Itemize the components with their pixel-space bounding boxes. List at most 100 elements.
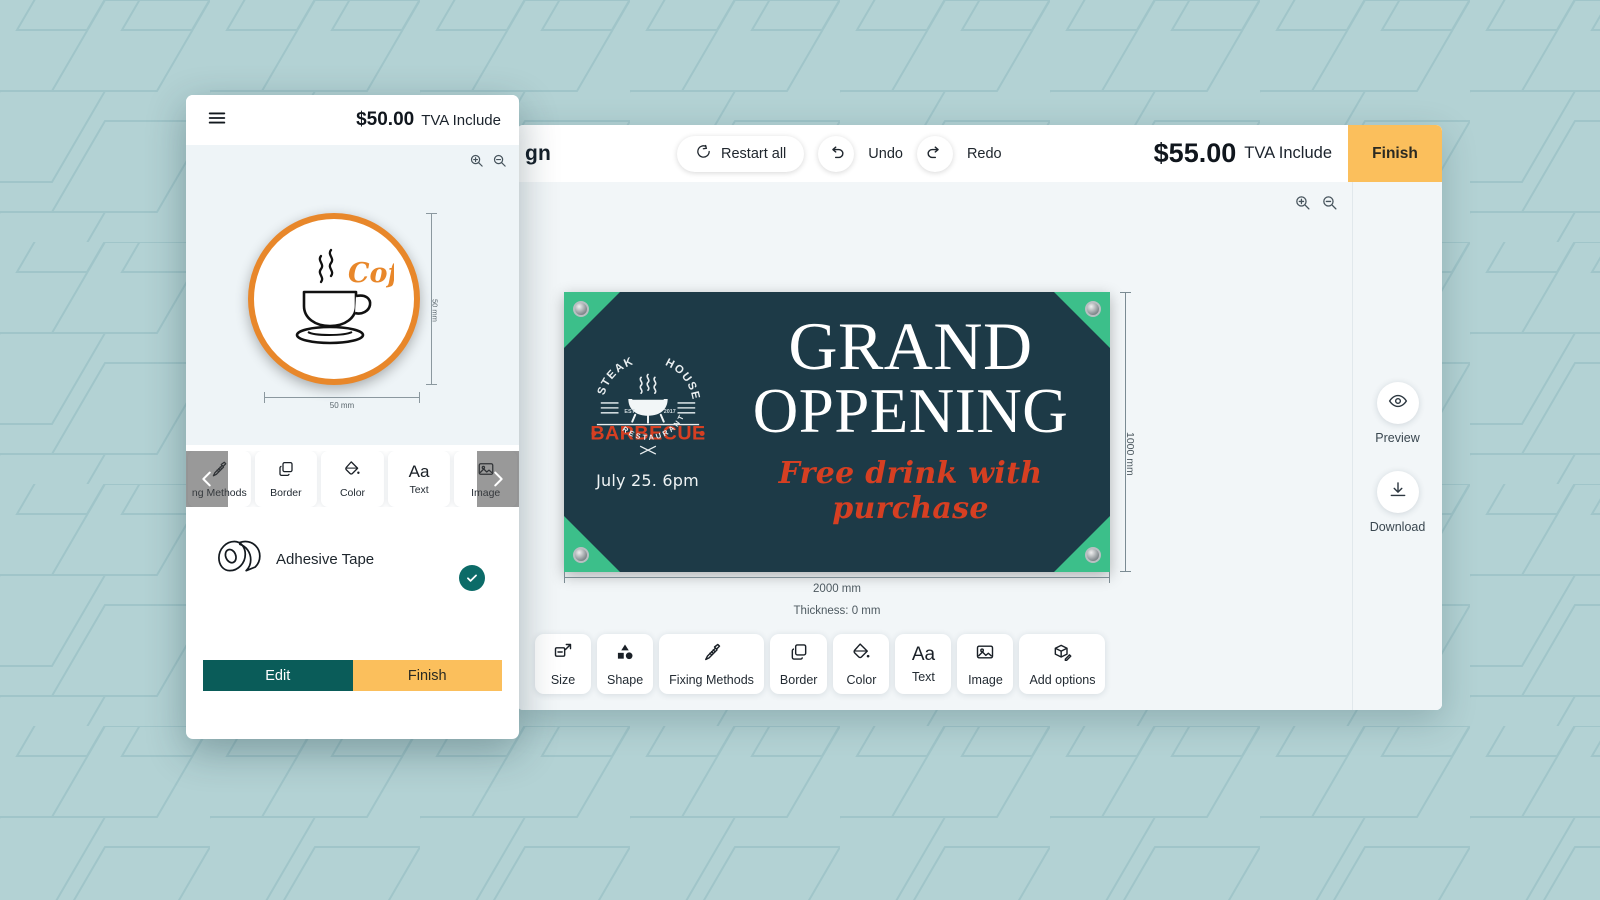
sticker-surface: Coff — [248, 213, 420, 385]
actions-rail: Preview Download — [1352, 182, 1442, 710]
width-dimension-guide: 2000 mm — [564, 572, 1110, 603]
svg-text:EST: EST — [624, 409, 635, 415]
design-canvas[interactable]: STEAK HOUSE EST 2017 BARBECUE RESTAURANT… — [517, 182, 1352, 710]
paint-bucket-icon — [851, 642, 871, 667]
mobile-width-dimension-label: 50 mm — [329, 401, 355, 410]
mobile-height-dimension-guide: 50 mm — [424, 213, 444, 385]
mobile-tool-color[interactable]: Color — [321, 451, 384, 507]
svg-text:STEAK: STEAK — [595, 355, 635, 396]
tool-add-options[interactable]: Add options — [1019, 634, 1106, 694]
hamburger-menu-icon[interactable] — [206, 107, 228, 134]
headline-line-1: GRAND — [788, 308, 1033, 384]
sticker-text: Coff — [348, 258, 394, 289]
restart-all-button[interactable]: Restart all — [677, 135, 805, 172]
mobile-tool-text[interactable]: Aa Text — [387, 451, 451, 507]
mobile-finish-button[interactable]: Finish — [352, 660, 502, 691]
tool-fixing-methods-label: Fixing Methods — [669, 672, 754, 687]
history-toolbar: Restart all Undo Redo — [677, 125, 1002, 182]
paint-bucket-icon — [343, 460, 361, 483]
redo-label: Redo — [966, 145, 1002, 162]
height-dimension-label: 1000 mm — [1124, 432, 1136, 476]
tool-fixing-methods[interactable]: Fixing Methods — [659, 634, 764, 694]
tool-color-label: Color — [846, 672, 877, 687]
layers-icon — [789, 642, 809, 667]
mobile-design-canvas[interactable]: Coff 50 mm 50 mm — [186, 145, 519, 445]
tool-shape[interactable]: Shape — [597, 634, 654, 694]
price-and-finish: $55.00 TVA Include Finish — [1154, 125, 1442, 182]
check-circle-icon[interactable] — [459, 565, 485, 591]
tool-text[interactable]: Aa Text — [895, 634, 952, 694]
tool-image-label: Image — [968, 672, 1003, 687]
tool-image[interactable]: Image — [957, 634, 1014, 694]
coffee-cup-icon: Coff — [295, 248, 394, 345]
zoom-out-icon[interactable] — [1321, 194, 1338, 216]
text-aa-icon: Aa — [408, 461, 430, 481]
barbecue-logo-icon: STEAK HOUSE EST 2017 BARBECUE RESTAURANT — [590, 355, 705, 455]
preview-action[interactable]: Preview — [1375, 382, 1420, 445]
mobile-tool-border-label: Border — [270, 486, 302, 499]
corner-accent-bottom-left — [564, 516, 620, 572]
svg-text:HOUSE: HOUSE — [663, 357, 702, 402]
text-aa-icon: Aa — [911, 643, 936, 665]
mobile-footer-actions: Edit Finish — [203, 660, 502, 691]
sticker-artwork[interactable]: Coff — [248, 213, 420, 385]
mobile-tva-label: TVA Include — [421, 111, 501, 129]
mobile-tool-text-label: Text — [409, 483, 429, 496]
banner-surface: STEAK HOUSE EST 2017 BARBECUE RESTAURANT… — [564, 292, 1110, 572]
event-date: July 25. 6pm — [596, 471, 699, 490]
chevron-left-icon[interactable] — [186, 451, 228, 507]
mobile-edit-button[interactable]: Edit — [203, 660, 353, 691]
preview-button[interactable] — [1376, 382, 1419, 424]
eye-icon — [1388, 391, 1408, 416]
zoom-out-icon[interactable] — [492, 153, 507, 173]
tool-color[interactable]: Color — [833, 634, 890, 694]
editor-body: STEAK HOUSE EST 2017 BARBECUE RESTAURANT… — [517, 182, 1442, 710]
screw-icon — [702, 642, 722, 667]
finish-button[interactable]: Finish — [1348, 125, 1442, 182]
download-icon — [1388, 480, 1408, 505]
mobile-height-dimension-label: 50 mm — [430, 299, 440, 322]
adhesive-tape-icon — [214, 537, 262, 582]
headline-line-2: OPPENING — [752, 376, 1069, 447]
tool-add-options-label: Add options — [1029, 672, 1096, 687]
chevron-right-icon[interactable] — [477, 451, 519, 507]
mobile-tool-bar: ng Methods Border Color Aa Text — [186, 451, 519, 507]
undo-label: Undo — [868, 145, 903, 162]
tool-text-label: Text — [911, 669, 935, 684]
tool-border[interactable]: Border — [769, 634, 828, 694]
canvas-zoom-controls — [1294, 194, 1338, 216]
mobile-preview-panel: $50.00 TVA Include Co 50 mm 50 mm Border… — [186, 95, 519, 739]
promo-subline: Free drink with purchase — [778, 455, 1043, 526]
resize-icon — [553, 642, 573, 667]
mobile-tool-border[interactable]: Border — [254, 451, 318, 507]
adhesive-tape-label: Adhesive Tape — [276, 551, 375, 568]
grommet-bottom-right — [1085, 547, 1101, 563]
zoom-in-icon[interactable] — [469, 153, 484, 173]
editor-window: gn Restart all Undo Redo $55.00 TVA Incl… — [517, 125, 1442, 710]
adhesive-tape-option[interactable]: Adhesive Tape — [186, 507, 519, 591]
banner-artwork[interactable]: STEAK HOUSE EST 2017 BARBECUE RESTAURANT… — [564, 292, 1110, 572]
download-button[interactable] — [1376, 471, 1419, 513]
editor-topbar: gn Restart all Undo Redo $55.00 TVA Incl… — [517, 125, 1442, 182]
shapes-icon — [615, 642, 635, 667]
redo-button[interactable] — [916, 135, 953, 172]
barbecue-logo-block: STEAK HOUSE EST 2017 BARBECUE RESTAURANT… — [586, 342, 709, 490]
page-title: gn — [525, 141, 552, 165]
download-action[interactable]: Download — [1370, 471, 1425, 534]
image-icon — [975, 642, 995, 667]
mobile-tool-color-label: Color — [339, 486, 366, 499]
layers-icon — [277, 460, 295, 483]
headline-block: GRAND OPPENING Free drink with purchase — [719, 308, 1102, 526]
tva-label: TVA Include — [1244, 144, 1332, 162]
height-dimension-guide: 1000 mm — [1117, 292, 1141, 572]
undo-button[interactable] — [818, 135, 855, 172]
box-edit-icon — [1052, 642, 1072, 667]
price-value: $55.00 — [1153, 138, 1237, 168]
width-dimension-label: 2000 mm — [813, 583, 861, 595]
preview-label: Preview — [1375, 431, 1420, 445]
corner-accent-top-left — [564, 292, 620, 348]
zoom-in-icon[interactable] — [1294, 194, 1311, 216]
tool-size[interactable]: Size — [535, 634, 591, 694]
mobile-price-value: $50.00 — [356, 109, 415, 130]
mobile-width-dimension-guide: 50 mm — [264, 392, 420, 417]
